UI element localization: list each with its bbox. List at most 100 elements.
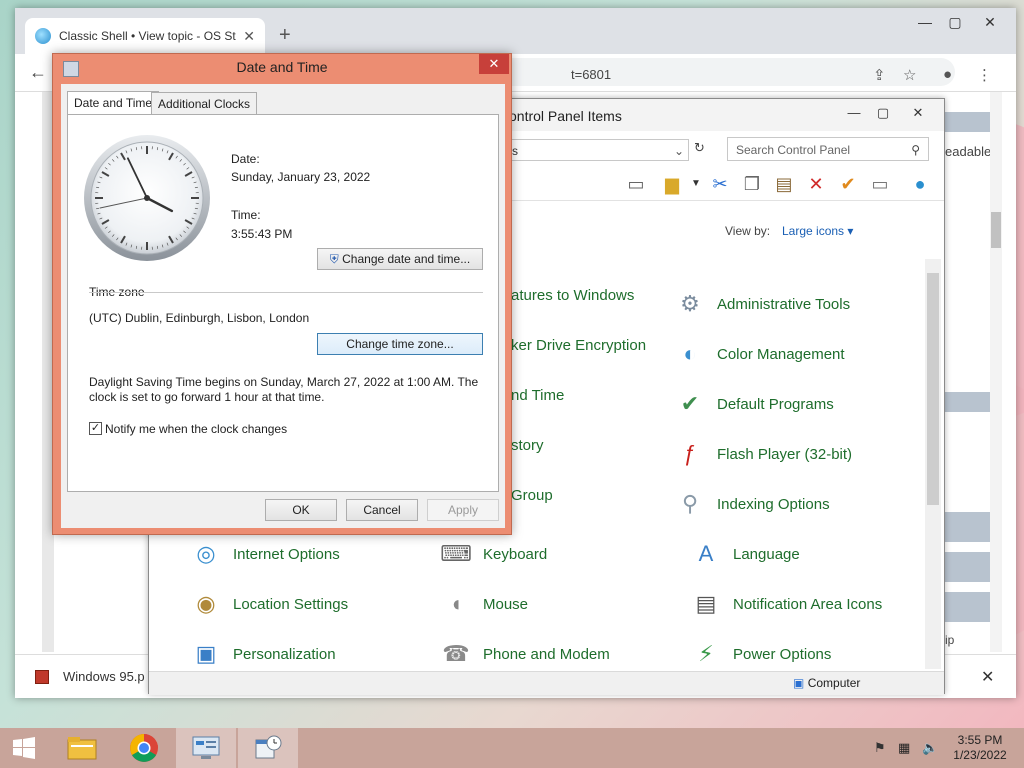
address-dropdown-icon[interactable]: ⌄ — [674, 144, 684, 158]
cp-item-label: Phone and Modem — [483, 645, 610, 663]
view-by-dropdown[interactable]: Large icons ▾ — [782, 224, 853, 238]
cp-minimize-icon[interactable]: — — [841, 105, 867, 120]
properties-icon[interactable]: ▭ — [869, 173, 891, 195]
taskbar-chrome[interactable] — [114, 728, 174, 768]
dialog-close-icon[interactable]: ✕ — [479, 54, 509, 74]
language-icon: A — [698, 541, 714, 566]
browser-tab[interactable]: Classic Shell • View topic - OS St ✕ — [25, 18, 265, 54]
cp-item-homegroup[interactable]: Group — [511, 487, 553, 504]
download-item[interactable]: Windows 95.p — [35, 669, 145, 684]
computer-icon: ▣ — [793, 676, 805, 690]
minimize-icon[interactable]: — — [910, 14, 940, 30]
layout-icon[interactable]: ▭ — [625, 173, 647, 195]
cp-item-power[interactable]: ⚡ Power Options — [689, 637, 831, 671]
share-icon[interactable]: ⇪ — [873, 66, 886, 84]
cp-item-label: nd Time — [511, 387, 565, 404]
default-programs-icon: ✔ — [680, 391, 700, 416]
page-scroll-thumb[interactable] — [991, 212, 1001, 248]
cp-search-input[interactable]: Search Control Panel ⚲ — [727, 137, 929, 161]
maximize-icon[interactable]: ▢ — [940, 14, 970, 31]
cp-item-admin-tools[interactable]: ⚙ Administrative Tools — [673, 287, 850, 321]
control-panel-icon — [192, 736, 220, 759]
close-icon[interactable]: ✕ — [975, 14, 1005, 31]
tab-date-and-time[interactable]: Date and Time — [67, 91, 160, 115]
taskbar-file-explorer[interactable] — [52, 728, 112, 768]
search-icon[interactable]: ⚲ — [911, 143, 920, 157]
analog-clock — [84, 135, 210, 261]
dialog-body: Date and Time Additional Clocks — [61, 84, 505, 528]
cp-item-default-programs[interactable]: ✔ Default Programs — [673, 387, 834, 421]
change-timezone-button[interactable]: Change time zone... — [317, 333, 483, 355]
cp-item-notification[interactable]: ▤ Notification Area Icons — [689, 587, 883, 621]
tab-additional-clocks[interactable]: Additional Clocks — [151, 92, 258, 114]
cp-item-file-history[interactable]: story — [511, 437, 544, 454]
delete-icon[interactable]: ✕ — [805, 173, 827, 195]
mouse-icon: ◖ — [449, 591, 463, 616]
cp-item-bitlocker[interactable]: ker Drive Encryption — [511, 337, 646, 354]
chrome-icon — [130, 734, 158, 762]
cp-item-internet-options[interactable]: ◎ Internet Options — [189, 537, 339, 571]
cp-address-bar[interactable]: s ⌄ — [509, 139, 689, 161]
network-icon[interactable]: ▦ — [898, 740, 910, 756]
status-computer: ▣ Computer — [793, 676, 861, 690]
cp-item-mouse[interactable]: ◖ Mouse — [439, 587, 528, 621]
shield-icon: ⛨ — [329, 252, 339, 266]
cp-close-icon[interactable]: ✕ — [905, 105, 931, 121]
power-icon: ⚡ — [698, 641, 714, 666]
dropdown-arrow-icon[interactable]: ▼ — [685, 173, 707, 195]
taskbar-clock[interactable]: 3:55 PM 1/23/2022 — [950, 733, 1010, 763]
new-tab-icon[interactable]: + — [279, 24, 291, 47]
time-label: Time: — [231, 208, 261, 222]
paste-icon[interactable]: ▤ — [773, 173, 795, 195]
copy-icon[interactable]: ❐ — [741, 173, 763, 195]
cp-maximize-icon[interactable]: ▢ — [870, 105, 896, 121]
notification-icon: ▤ — [695, 591, 717, 616]
cp-item-indexing[interactable]: ⚲ Indexing Options — [673, 487, 830, 521]
folder-icon[interactable]: ▆ — [661, 173, 683, 195]
cp-item-flash[interactable]: ƒ Flash Player (32-bit) — [673, 437, 852, 471]
taskbar-control-panel[interactable] — [176, 728, 236, 768]
tab-close-icon[interactable]: ✕ — [243, 28, 255, 45]
page-scrollbar[interactable] — [990, 92, 1002, 652]
cp-item-windows-features[interactable]: atures to Windows — [511, 287, 634, 304]
action-center-icon[interactable]: ⚑ — [874, 740, 886, 756]
cp-item-label: Personalization — [233, 645, 336, 663]
download-bar-close-icon[interactable]: ✕ — [981, 667, 994, 687]
notify-checkbox[interactable]: ✓ — [89, 422, 102, 435]
refresh-icon[interactable]: ↻ — [694, 140, 705, 156]
check-icon[interactable]: ✔ — [837, 173, 859, 195]
profile-icon[interactable]: ● — [943, 66, 952, 83]
cp-item-keyboard[interactable]: ⌨ Keyboard — [439, 537, 547, 571]
apply-button[interactable]: Apply — [427, 499, 499, 521]
dialog-title: Date and Time — [236, 59, 328, 75]
dst-text-line2: clock is set to go forward 1 hour at tha… — [89, 390, 325, 404]
cp-item-phone[interactable]: ☎ Phone and Modem — [439, 637, 610, 671]
back-icon[interactable]: ← — [29, 62, 47, 83]
cp-item-label: Indexing Options — [717, 495, 830, 513]
volume-icon[interactable]: 🔈 — [922, 740, 938, 756]
cp-item-label: Keyboard — [483, 545, 548, 563]
cancel-button[interactable]: Cancel — [346, 499, 418, 521]
cp-scrollbar[interactable] — [925, 259, 941, 669]
dst-text-line1: Daylight Saving Time begins on Sunday, M… — [89, 375, 479, 389]
ok-button[interactable]: OK — [265, 499, 337, 521]
phone-icon: ☎ — [442, 641, 470, 666]
cp-item-date-time[interactable]: nd Time — [511, 387, 564, 404]
change-datetime-button[interactable]: ⛨ Change date and time... — [317, 248, 483, 270]
classic-shell-icon[interactable]: ● — [909, 173, 931, 195]
timezone-value: (UTC) Dublin, Edinburgh, Lisbon, London — [89, 311, 310, 325]
start-button[interactable] — [0, 728, 48, 768]
menu-icon[interactable]: ⋮ — [977, 66, 992, 84]
cp-item-location[interactable]: ◉ Location Settings — [189, 587, 348, 621]
cp-scroll-thumb[interactable] — [927, 273, 939, 505]
bookmark-star-icon[interactable]: ☆ — [903, 66, 916, 84]
taskbar-date-time[interactable] — [238, 728, 298, 768]
page-text-2: ip — [945, 633, 955, 647]
time-value: 3:55:43 PM — [231, 227, 293, 241]
cp-item-personalization[interactable]: ▣ Personalization — [189, 637, 336, 671]
date-time-taskbar-icon — [255, 735, 282, 759]
cut-icon[interactable]: ✂ — [709, 173, 731, 195]
cp-item-language[interactable]: A Language — [689, 537, 800, 571]
cp-item-color-management[interactable]: ◐ Color Management — [673, 337, 844, 371]
tab-title: Classic Shell • View topic - OS St — [59, 29, 236, 43]
